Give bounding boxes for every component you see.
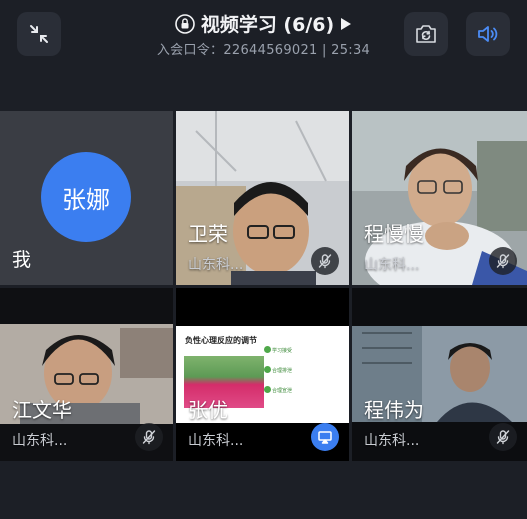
mic-muted-button[interactable] [135, 423, 163, 451]
participant-name: 卫荣 [188, 222, 228, 246]
mic-muted-icon [318, 254, 332, 269]
mic-muted-icon [496, 254, 510, 269]
lock-icon [175, 13, 195, 34]
slide-item: 学习接受 [272, 348, 293, 354]
participant-org: 山东科... [364, 257, 420, 273]
participant-tile-self[interactable]: 张娜 我 [0, 111, 173, 285]
participant-org: 山东科... [188, 433, 244, 449]
participant-org: 山东科... [12, 433, 68, 449]
camera-switch-icon [416, 25, 436, 43]
speaker-icon [478, 26, 498, 42]
participant-tile[interactable]: 江文华 山东科... [0, 288, 173, 461]
participant-name: 张优 [188, 398, 228, 422]
self-label: 我 [12, 249, 32, 271]
participant-tile[interactable]: 卫荣 山东科... [176, 111, 349, 285]
participant-org: 山东科... [364, 433, 420, 449]
avatar: 张娜 [41, 152, 131, 242]
meeting-title: 视频学习 (6/6) [200, 14, 335, 36]
participant-tile-screen-share[interactable]: 负性心理反应的调节 学习接受 合理排泄 合理宣泄 张优 山东科... [176, 288, 349, 461]
mic-muted-icon [496, 430, 510, 445]
slide-item: 合理排泄 [272, 368, 293, 374]
avatar-text: 张娜 [62, 185, 110, 214]
participant-tile[interactable]: 程慢慢 山东科... [352, 111, 527, 285]
mic-muted-button[interactable] [489, 423, 517, 451]
mic-muted-button[interactable] [311, 247, 339, 275]
participant-org: 山东科... [188, 257, 244, 273]
top-bar: 视频学习 (6/6) 入会口令：22644569021 | 25:34 [0, 0, 527, 70]
slide-item: 合理宣泄 [272, 388, 293, 394]
participant-tile[interactable]: 程伟为 山东科... [352, 288, 527, 461]
speaker-button[interactable] [466, 12, 510, 56]
mic-muted-icon [142, 430, 156, 445]
switch-camera-button[interactable] [404, 12, 448, 56]
mic-muted-button[interactable] [489, 247, 517, 275]
slide-bullet [264, 386, 271, 393]
screen-share-icon [318, 431, 332, 444]
participant-name: 江文华 [12, 398, 72, 422]
participant-name: 程伟为 [364, 398, 424, 422]
slide-bullet [264, 366, 271, 373]
slide-title: 负性心理反应的调节 [185, 336, 257, 345]
participant-grid: 张娜 我 卫荣 山东科... 程慢慢 山东科... 江文华 山东科... 负性心… [0, 111, 527, 461]
participant-name: 程慢慢 [364, 222, 424, 246]
play-triangle-icon [341, 17, 352, 30]
screen-share-button[interactable] [311, 423, 339, 451]
slide-bullet [264, 346, 271, 353]
